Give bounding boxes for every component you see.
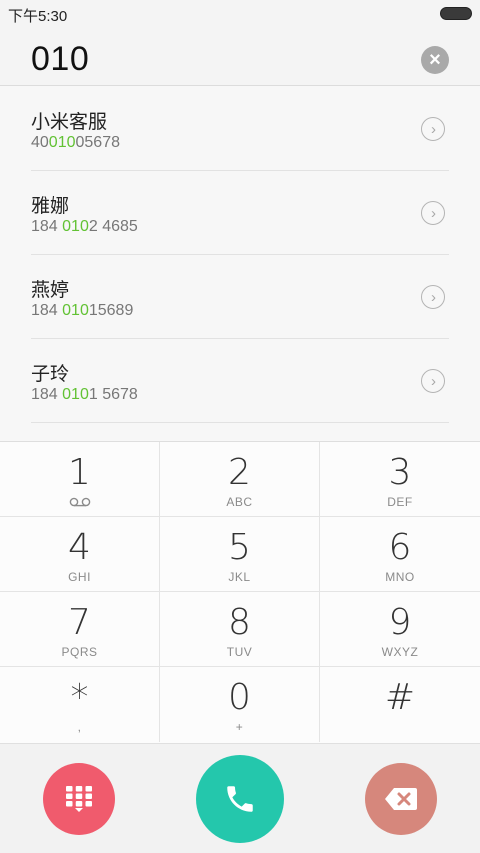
key-letters: TUV [226,645,253,659]
number-match: 010 [62,302,89,319]
key-digit: 1 [68,452,91,493]
chevron-right-icon[interactable]: › [421,117,445,141]
contact-number: 184 0101 5678 [31,386,138,404]
number-prefix: 40 [31,134,49,151]
voicemail-icon [69,497,90,507]
key-digit: 5 [228,527,251,568]
number-prefix: 184 [31,218,63,235]
number-match: 010 [62,386,89,403]
contact-name: 子玲 [31,364,70,385]
key-letters: WXYZ [381,645,419,659]
number-prefix: 184 [31,386,63,403]
backspace-icon [385,788,417,810]
dialed-number[interactable]: 010 [31,40,89,79]
call-button[interactable] [196,755,284,843]
close-icon[interactable]: × [421,46,449,74]
contact-name: 燕婷 [31,280,70,301]
number-match: 010 [48,134,76,151]
key-1[interactable]: 1 [0,442,160,517]
key-digit: * [70,677,89,718]
key-digit: 9 [388,602,412,643]
chevron-right-icon[interactable]: › [421,285,445,309]
key-letters: MNO [385,570,415,584]
number-suffix: 15689 [88,302,134,319]
key-digit: 2 [228,452,251,493]
contact-row[interactable]: 小米客服 4001005678 › [31,87,449,171]
chevron-right-icon[interactable]: › [421,201,445,225]
key-letters: GHI [68,570,91,584]
contact-name: 雅娜 [31,196,70,217]
key-2[interactable]: 2 ABC [160,442,320,517]
battery-icon [440,7,472,20]
key-letters: , [77,720,82,734]
key-digit: # [384,677,416,718]
number-suffix: 05678 [75,134,121,151]
key-letters: ABC [226,495,253,509]
key-3[interactable]: 3 DEF [320,442,480,517]
key-digit: 6 [388,527,412,568]
key-star[interactable]: * , [0,667,160,742]
key-7[interactable]: 7 PQRS [0,592,160,667]
dial-entry: 010 × [0,26,480,86]
key-letters: JKL [228,570,251,584]
key-digit: 8 [228,602,251,643]
chevron-right-icon[interactable]: › [421,369,445,393]
key-digit: 0 [228,677,251,718]
contact-row[interactable]: 燕婷 184 01015689 › [31,255,449,339]
key-8[interactable]: 8 TUV [160,592,320,667]
search-results: 小米客服 4001005678 › 雅娜 184 0102 4685 › 燕婷 … [0,87,480,441]
number-suffix: 2 4685 [88,218,138,235]
dial-keypad: 1 2 ABC 3 DEF 4 GHI 5 JKL 6 MNO 7 PQRS 8… [0,441,480,743]
dialpad-toggle-button[interactable] [43,763,115,835]
status-time: 下午5:30 [8,8,68,25]
key-letters: + [235,720,244,734]
contact-row[interactable]: 雅娜 184 0102 4685 › [31,171,449,255]
delete-button[interactable] [365,763,437,835]
key-digit: 7 [68,602,91,643]
key-0[interactable]: 0 + [160,667,320,742]
key-hash[interactable]: # [320,667,480,742]
key-6[interactable]: 6 MNO [320,517,480,592]
action-bar [0,743,480,853]
key-letters: DEF [387,495,413,509]
contact-name: 小米客服 [31,112,108,133]
contact-number: 4001005678 [31,134,120,152]
contact-row[interactable]: 子玲 184 0101 5678 › [31,339,449,423]
key-5[interactable]: 5 JKL [160,517,320,592]
contact-number: 184 01015689 [31,302,133,320]
key-letters: PQRS [61,645,98,659]
key-4[interactable]: 4 GHI [0,517,160,592]
status-bar: 下午5:30 [0,0,480,26]
number-match: 010 [62,218,89,235]
number-suffix: 1 5678 [88,386,138,403]
contact-number: 184 0102 4685 [31,218,138,236]
number-prefix: 184 [31,302,63,319]
dialpad-grid-icon [66,786,92,812]
key-digit: 4 [68,527,91,568]
key-9[interactable]: 9 WXYZ [320,592,480,667]
key-digit: 3 [388,452,412,493]
phone-icon [227,786,253,812]
